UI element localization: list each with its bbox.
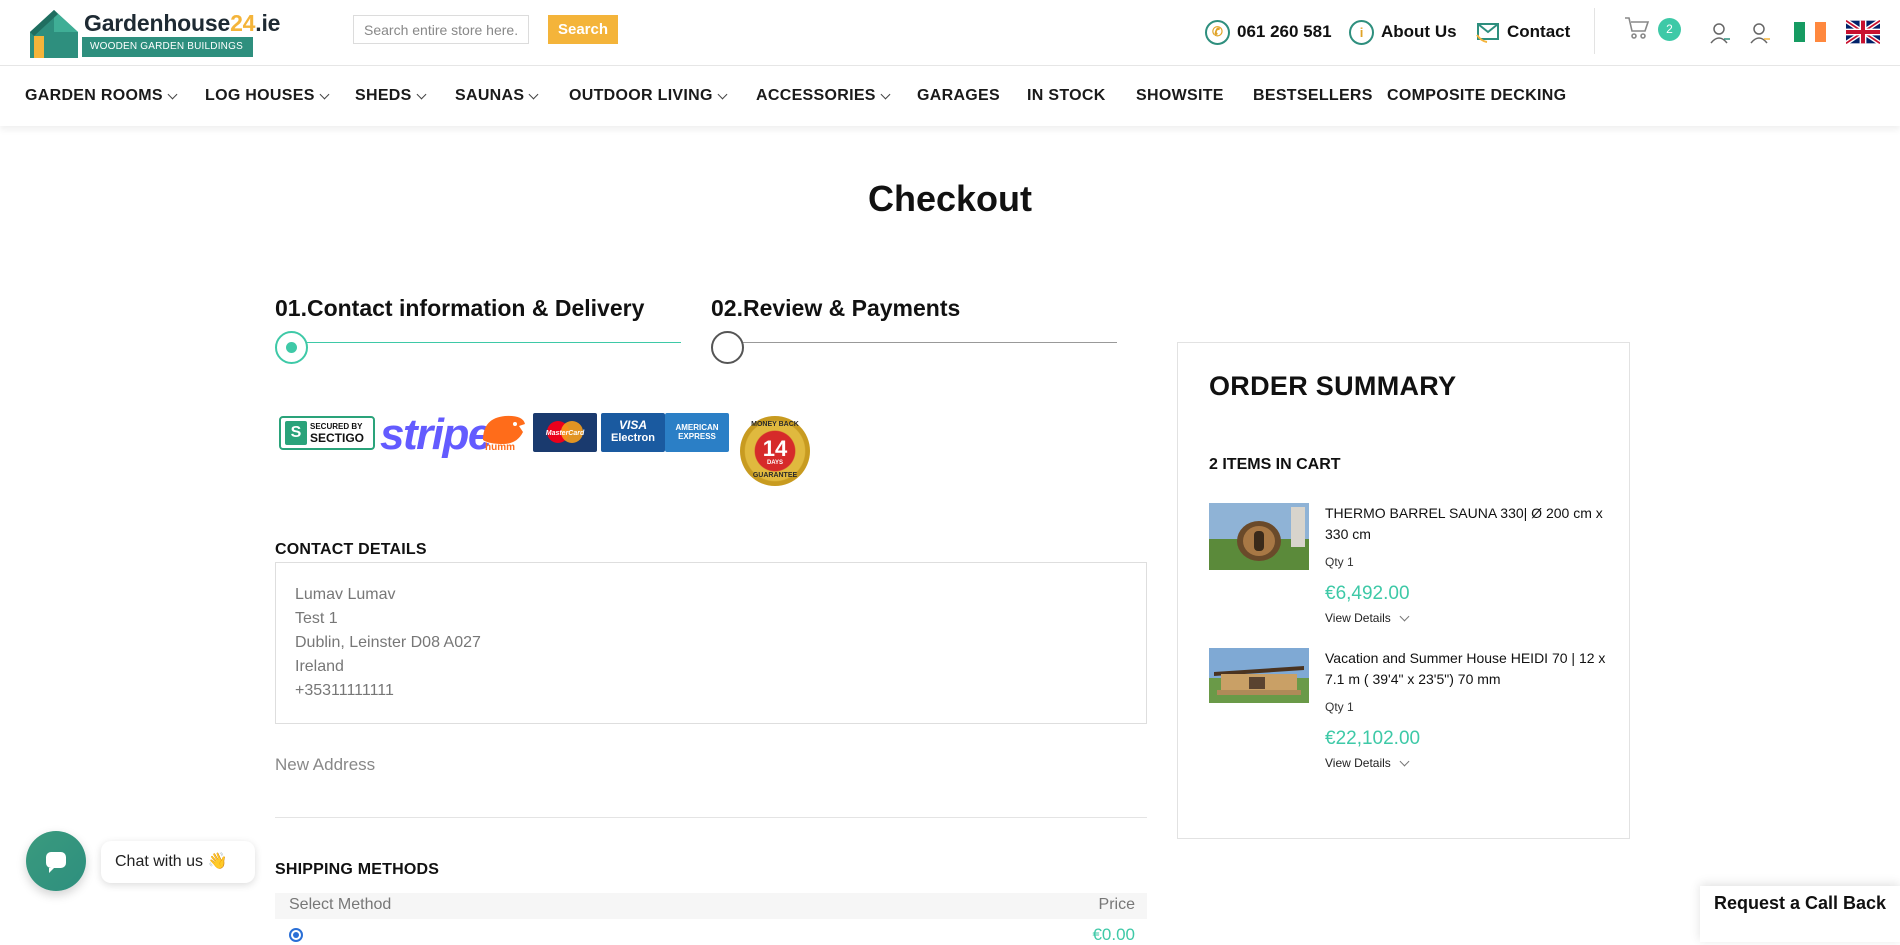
stripe-logo: stripe [380,410,492,459]
top-header: Gardenhouse24.ie WOODEN GARDEN BUILDINGS… [0,0,1900,66]
logo-subtitle: WOODEN GARDEN BUILDINGS [82,37,253,57]
shipping-methods-heading: SHIPPING METHODS [275,861,440,878]
logo-title: Gardenhouse24.ie [84,10,281,36]
nav-saunas[interactable]: SAUNAS [455,87,539,105]
user-icon[interactable] [1709,22,1731,44]
order-summary-title: ORDER SUMMARY [1209,371,1457,401]
house-logo-icon [30,10,78,58]
cart-icon [1625,17,1650,39]
request-call-back-button[interactable]: Request a Call Back [1700,886,1900,942]
info-icon: i [1349,19,1374,45]
nav-garden-rooms[interactable]: GARDEN ROOMS [25,87,178,105]
address-name: Lumav Lumav [295,586,396,603]
sectigo-badge: S SECURED BY SECTIGO [279,416,375,450]
search-button[interactable]: Search [548,15,618,44]
mastercard-logo: MasterCard [533,413,597,452]
contact-label: Contact [1507,22,1571,41]
cart-item: Vacation and Summer House HEIDI 70 | 12 … [1209,648,1609,770]
nav-accessories[interactable]: ACCESSORIES [756,87,891,105]
main-navigation: GARDEN ROOMS LOG HOUSES SHEDS SAUNAS OUT… [0,66,1900,126]
site-logo[interactable]: Gardenhouse24.ie WOODEN GARDEN BUILDINGS [26,6,282,62]
view-details-toggle[interactable]: View Details [1325,611,1410,625]
summer-house-thumbnail[interactable] [1209,648,1309,703]
money-back-guarantee-badge: MONEY BACK 14 DAYS GUARANTEE [740,416,810,486]
price-header: Price [1098,896,1135,913]
svg-text:humm: humm [485,442,515,452]
shipping-method-radio[interactable] [289,928,303,942]
chevron-down-icon [1399,611,1410,621]
address-phone: +35311111111 [295,682,394,699]
cart-item-price: €22,102.00 [1325,728,1421,749]
cart-button[interactable]: 2 [1624,12,1681,42]
contact-link[interactable]: Contact [1476,19,1570,45]
shipping-table-header: Select Method Price [275,893,1147,919]
user-icon[interactable] [1749,22,1771,44]
contact-icon [1476,23,1499,43]
step-1-indicator[interactable] [275,331,308,364]
step-2-indicator[interactable] [711,331,744,364]
items-in-cart-count: 2 ITEMS IN CART [1209,456,1341,473]
nav-composite-decking[interactable]: COMPOSITE DECKING [1387,87,1566,105]
cart-item: THERMO BARREL SAUNA 330| Ø 200 cm x 330 … [1209,503,1609,625]
american-express-logo: AMERICAN EXPRESS [665,413,729,452]
phone-icon: ✆ [1205,19,1230,45]
chevron-down-icon [880,89,891,99]
contact-details-heading: CONTACT DETAILS [275,541,427,558]
sectigo-s-icon: S [285,421,307,445]
cart-item-name[interactable]: Vacation and Summer House HEIDI 70 | 12 … [1325,648,1609,690]
chevron-down-icon [1399,756,1410,766]
select-method-header: Select Method [289,896,392,913]
cart-count-badge: 2 [1658,18,1681,41]
uk-flag-icon[interactable] [1846,20,1880,44]
order-summary-panel: ORDER SUMMARY 2 ITEMS IN CART THERMO BAR… [1177,342,1630,839]
barrel-sauna-thumbnail[interactable] [1209,503,1309,570]
nav-sheds[interactable]: SHEDS [355,87,427,105]
view-details-toggle[interactable]: View Details [1325,756,1410,770]
chevron-down-icon [167,89,178,99]
chevron-down-icon [717,89,728,99]
cart-item-name[interactable]: THERMO BARREL SAUNA 330| Ø 200 cm x 330 … [1325,503,1609,545]
phone-link[interactable]: ✆ 061 260 581 [1205,19,1332,45]
about-label: About Us [1381,22,1457,41]
step-2-progress-line [727,342,1117,343]
address-card[interactable]: Lumav Lumav Test 1 Dublin, Leinster D08 … [275,562,1147,724]
header-divider [1594,8,1595,54]
nav-in-stock[interactable]: IN STOCK [1027,87,1106,105]
svg-text:MasterCard: MasterCard [546,430,585,437]
chevron-down-icon [319,89,330,99]
nav-garages[interactable]: GARAGES [917,87,1000,105]
cart-item-price: €6,492.00 [1325,583,1410,604]
chevron-down-icon [528,89,539,99]
nav-log-houses[interactable]: LOG HOUSES [205,87,330,105]
page-title: Checkout [867,178,1033,219]
address-city: Dublin, Leinster D08 A027 [295,634,481,651]
step-2-label[interactable]: 02.Review & Payments [711,295,960,322]
nav-showsite[interactable]: SHOWSITE [1136,87,1224,105]
phone-number: 061 260 581 [1237,22,1332,41]
cart-item-qty: Qty 1 [1325,700,1354,714]
ireland-flag-icon[interactable] [1794,22,1827,42]
address-country: Ireland [295,658,344,675]
new-address-link[interactable]: New Address [275,755,375,775]
chevron-down-icon [416,89,427,99]
humm-logo: humm [479,410,529,453]
chat-bubble-icon [46,852,66,873]
nav-bestsellers[interactable]: BESTSELLERS [1253,87,1373,105]
shipping-method-price: €0.00 [1092,925,1135,944]
step-1-label[interactable]: 01.Contact information & Delivery [275,295,644,322]
visa-electron-logo: VISA Electron [601,413,665,452]
search-input[interactable] [353,15,529,44]
chat-launcher-button[interactable] [26,831,86,891]
cart-item-qty: Qty 1 [1325,555,1354,569]
chat-with-us-label[interactable]: Chat with us 👋 [101,841,255,883]
section-divider [275,817,1147,818]
step-1-progress-line [291,342,681,343]
about-link[interactable]: i About Us [1349,19,1457,45]
address-street: Test 1 [295,610,338,627]
nav-outdoor-living[interactable]: OUTDOOR LIVING [569,87,728,105]
